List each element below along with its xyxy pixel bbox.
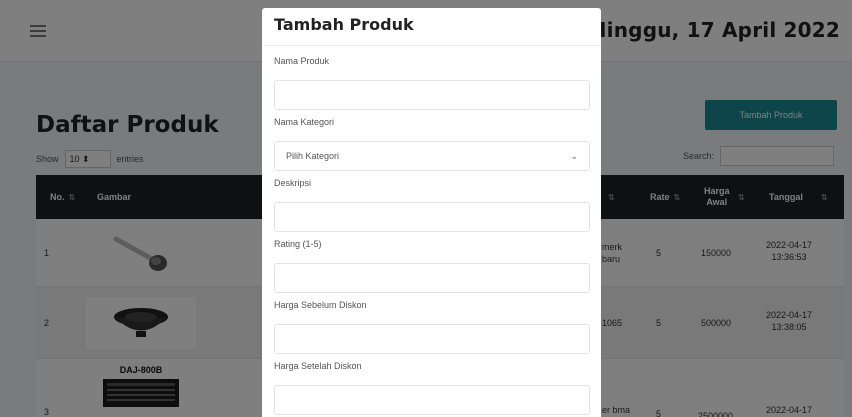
nama-produk-label: Nama Produk <box>274 56 330 66</box>
nama-kategori-select[interactable]: Pilih Kategori ⌄ <box>274 141 590 171</box>
harga-sebelum-diskon-input[interactable] <box>274 324 590 354</box>
rating-label: Rating (1-5) <box>274 239 322 249</box>
deskripsi-label: Deskripsi <box>274 178 312 188</box>
harga-setelah-diskon-input[interactable] <box>274 385 590 415</box>
deskripsi-input[interactable] <box>274 202 590 232</box>
chevron-down-icon: ⌄ <box>570 150 578 161</box>
nama-kategori-label: Nama Kategori <box>274 117 335 127</box>
nama-produk-input[interactable] <box>274 80 590 110</box>
modal-title: Tambah Produk <box>274 15 414 34</box>
harga-setelah-diskon-label: Harga Setelah Diskon <box>274 361 362 371</box>
modal-header: Tambah Produk <box>262 8 601 46</box>
rating-input[interactable] <box>274 263 590 293</box>
kategori-selected-value: Pilih Kategori <box>286 151 340 161</box>
add-product-modal: Tambah Produk Nama Produk Nama Kategori … <box>262 8 601 417</box>
add-product-form: Nama Produk Nama Kategori Pilih Kategori… <box>262 46 601 415</box>
harga-sebelum-diskon-label: Harga Sebelum Diskon <box>274 300 367 310</box>
